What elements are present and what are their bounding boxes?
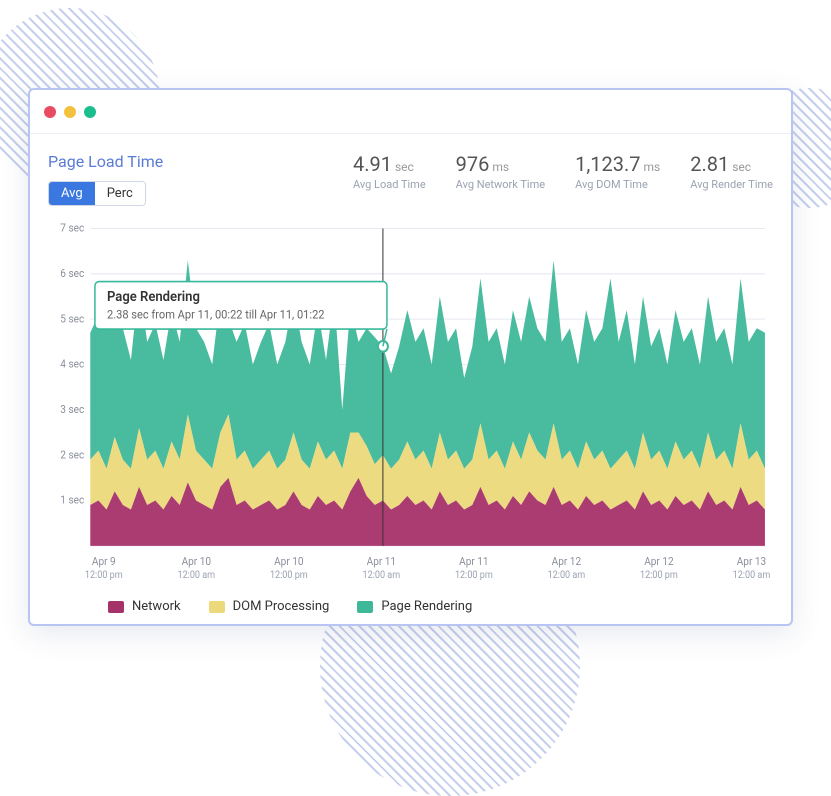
window-maximize-icon[interactable] [84, 106, 96, 118]
window-titlebar [30, 90, 791, 134]
chart-legend: Network DOM Processing Page Rendering [48, 589, 773, 614]
summary-stat: 976ms Avg Network Time [456, 152, 545, 191]
toggle-perc-button[interactable]: Perc [95, 182, 145, 205]
svg-text:Apr 9: Apr 9 [92, 555, 116, 568]
window-close-icon[interactable] [44, 106, 56, 118]
svg-text:Apr 13: Apr 13 [737, 555, 767, 568]
legend-swatch [357, 601, 373, 613]
summary-stat: 4.91sec Avg Load Time [353, 152, 426, 191]
legend-item[interactable]: DOM Processing [209, 599, 330, 614]
page-title: Page Load Time [48, 152, 163, 171]
stat-label: Avg Network Time [456, 178, 545, 191]
svg-text:12:00 am: 12:00 am [548, 570, 586, 581]
legend-swatch [108, 601, 124, 613]
svg-text:12:00 pm: 12:00 pm [85, 570, 123, 581]
metric-toggle: Avg Perc [48, 181, 146, 206]
toggle-avg-button[interactable]: Avg [49, 182, 95, 205]
summary-stats: 4.91sec Avg Load Time 976ms Avg Network Tim… [353, 152, 773, 191]
legend-swatch [209, 601, 225, 613]
svg-text:12:00 pm: 12:00 pm [270, 570, 308, 581]
stat-label: Avg Render Time [690, 178, 773, 191]
legend-label: Page Rendering [381, 599, 472, 614]
svg-text:Apr 12: Apr 12 [644, 555, 674, 568]
svg-text:12:00 am: 12:00 am [177, 570, 215, 581]
legend-item[interactable]: Page Rendering [357, 599, 472, 614]
svg-text:7 sec: 7 sec [60, 222, 84, 235]
svg-text:4 sec: 4 sec [60, 357, 84, 370]
legend-label: DOM Processing [233, 599, 330, 614]
legend-item[interactable]: Network [108, 599, 181, 614]
app-window: Page Load Time Avg Perc 4.91sec Avg Load … [28, 88, 793, 626]
svg-text:12:00 am: 12:00 am [363, 570, 401, 581]
summary-stat: 2.81sec Avg Render Time [690, 152, 773, 191]
svg-text:6 sec: 6 sec [60, 267, 84, 280]
svg-text:12:00 pm: 12:00 pm [455, 570, 493, 581]
svg-text:Apr 10: Apr 10 [182, 555, 212, 568]
svg-text:2.38 sec from Apr 11, 00:22 ti: 2.38 sec from Apr 11, 00:22 till Apr 11,… [107, 307, 325, 321]
stat-value: 976ms [456, 152, 545, 176]
svg-text:Apr 12: Apr 12 [552, 555, 582, 568]
chart-container: 1 sec 2 sec 3 sec 4 sec 5 sec 6 sec 7 sec Apr 9… [48, 222, 773, 589]
stat-value: 2.81sec [690, 152, 773, 176]
window-minimize-icon[interactable] [64, 106, 76, 118]
svg-text:Page Rendering: Page Rendering [107, 289, 200, 306]
stat-label: Avg DOM Time [575, 178, 660, 191]
area-chart[interactable]: 1 sec 2 sec 3 sec 4 sec 5 sec 6 sec 7 sec Apr 9… [48, 222, 773, 589]
svg-text:Apr 11: Apr 11 [367, 555, 396, 568]
legend-label: Network [132, 599, 181, 614]
stat-value: 1,123.7ms [575, 152, 660, 176]
svg-text:2 sec: 2 sec [60, 448, 84, 461]
svg-text:12:00 am: 12:00 am [733, 570, 771, 581]
svg-text:Apr 10: Apr 10 [274, 555, 304, 568]
stat-label: Avg Load Time [353, 178, 426, 191]
summary-stat: 1,123.7ms Avg DOM Time [575, 152, 660, 191]
svg-text:12:00 pm: 12:00 pm [640, 570, 678, 581]
svg-text:3 sec: 3 sec [60, 403, 84, 416]
svg-text:1 sec: 1 sec [60, 493, 84, 506]
content-area: Page Load Time Avg Perc 4.91sec Avg Load … [30, 134, 791, 624]
svg-text:Apr 11: Apr 11 [459, 555, 488, 568]
stat-value: 4.91sec [353, 152, 426, 176]
svg-text:5 sec: 5 sec [60, 312, 84, 325]
